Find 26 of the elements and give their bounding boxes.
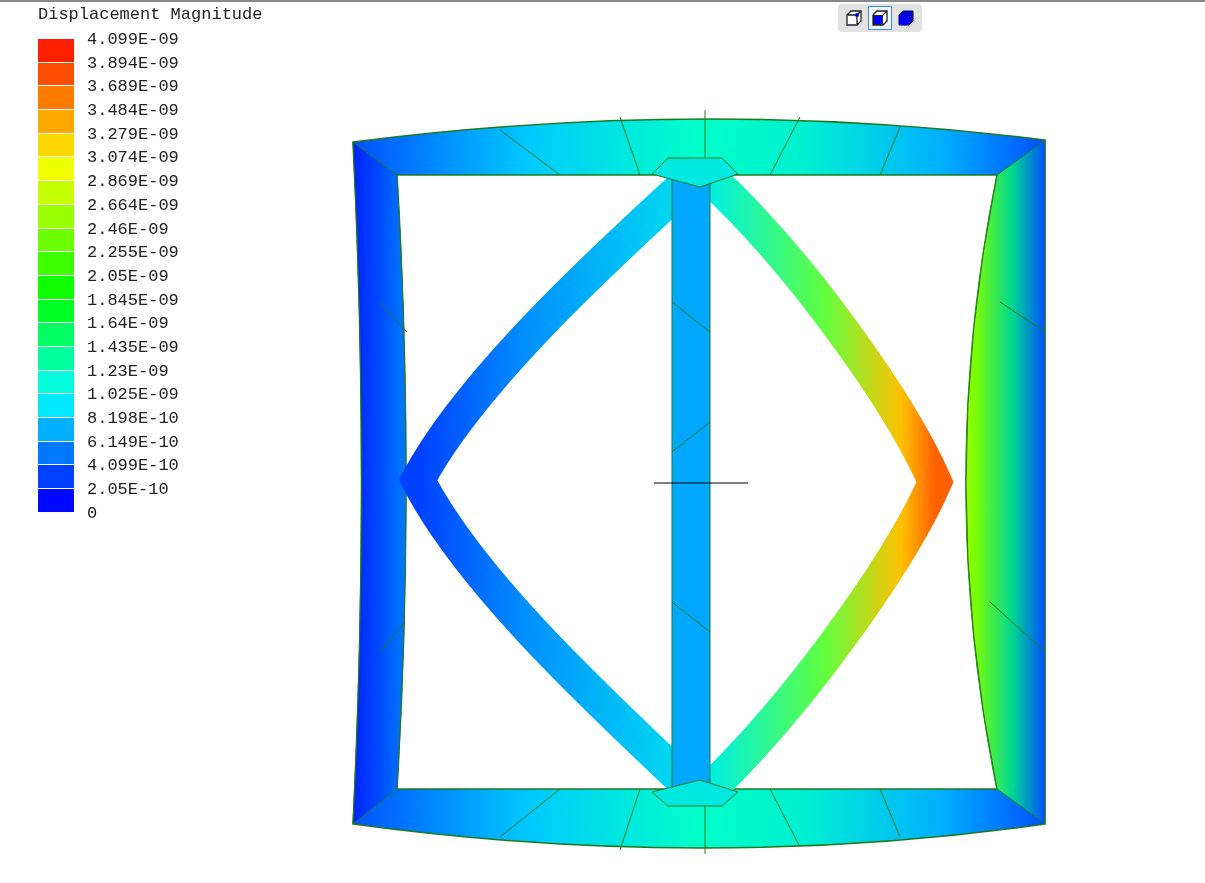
cube-icon (896, 8, 916, 28)
legend-value: 6.149E-10 (87, 432, 179, 452)
legend-value: 2.46E-09 (87, 219, 169, 239)
legend-value: 2.05E-10 (87, 480, 169, 500)
legend-value: 4.099E-09 (87, 30, 179, 49)
legend-value: 3.484E-09 (87, 101, 179, 121)
legend-value: 2.255E-09 (87, 243, 179, 263)
legend-value: 4.099E-10 (87, 456, 179, 476)
cube-icon (870, 8, 890, 28)
legend-value: 3.074E-09 (87, 148, 179, 168)
legend-value: 2.05E-09 (87, 266, 169, 286)
legend-value: 3.689E-09 (87, 77, 179, 97)
legend-value: 8.198E-10 (87, 409, 179, 428)
legend-value: 1.435E-09 (87, 337, 179, 357)
cube-icon (844, 8, 864, 28)
legend-value: 3.894E-09 (87, 53, 179, 73)
legend-value: 0 (87, 503, 98, 523)
legend-value: 1.025E-09 (87, 385, 179, 405)
legend-value: 1.64E-09 (87, 314, 169, 334)
legend-title: Displacement Magnitude (38, 4, 263, 26)
legend-value: 1.845E-09 (87, 290, 179, 310)
legend-value: 2.869E-09 (87, 172, 179, 192)
view-mode-button[interactable] (868, 6, 892, 30)
legend-value: 1.23E-09 (87, 361, 169, 381)
legend-value: 2.664E-09 (87, 195, 179, 215)
legend-value: 3.279E-09 (87, 124, 179, 144)
